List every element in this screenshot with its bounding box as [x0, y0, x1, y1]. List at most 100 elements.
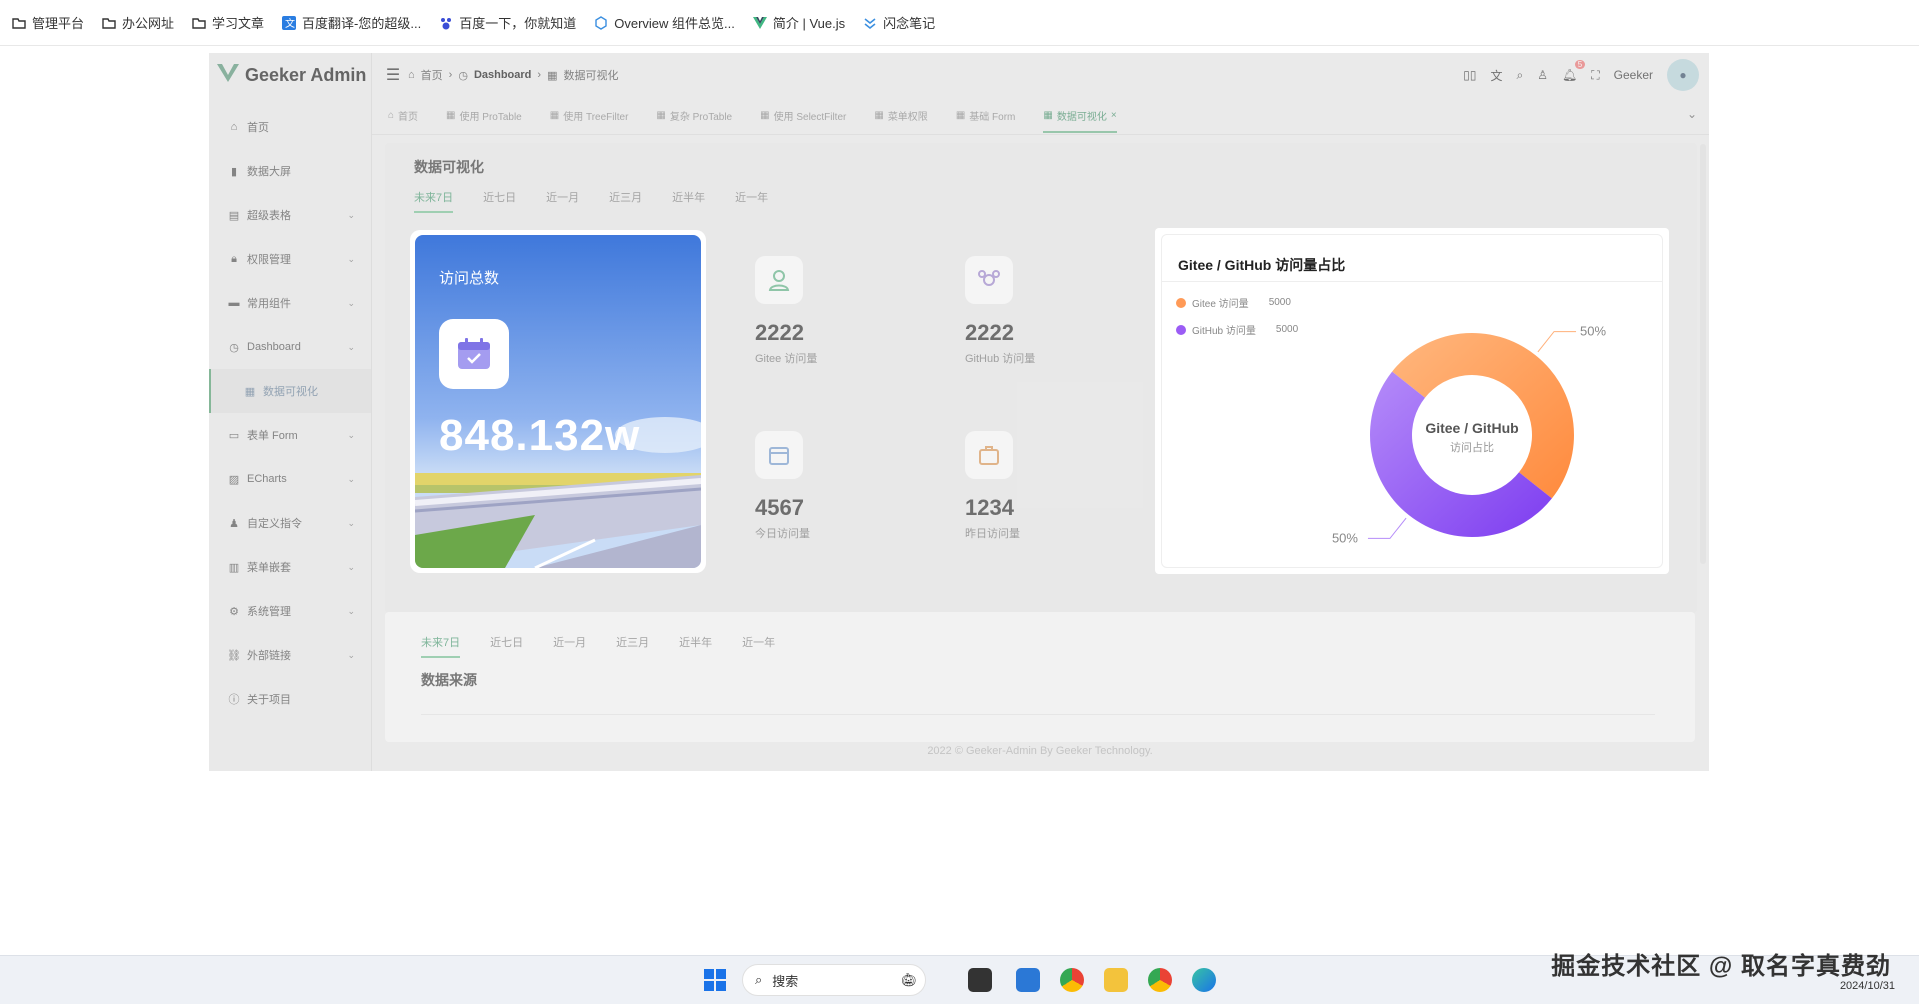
tab-item[interactable]: ▦ 使用 SelectFilter — [760, 108, 846, 123]
sidebar-item[interactable]: ⌂ 首页 — [209, 105, 371, 149]
legend-label: Gitee 访问量 — [1192, 299, 1249, 310]
vscode-icon[interactable] — [1016, 968, 1040, 992]
menu-toggle-icon[interactable]: ☰ — [378, 65, 408, 85]
svg-text:文: 文 — [285, 17, 295, 30]
chrome-icon[interactable] — [1148, 968, 1172, 992]
range-tab[interactable]: 近三月 — [616, 634, 649, 658]
tab-label: 使用 ProTable — [459, 112, 522, 123]
taskbar-search[interactable]: ⌕ 搜索 🎃︎ — [742, 964, 926, 996]
range-tab[interactable]: 近一年 — [735, 189, 768, 213]
sidebar-item[interactable]: 🔒︎ 权限管理 ⌄ — [209, 237, 371, 281]
bookmark-item[interactable]: 百度一下，你就知道 — [439, 13, 576, 32]
user-name[interactable]: Geeker — [1614, 68, 1653, 82]
sidebar-item[interactable]: ▥ 菜单嵌套 ⌄ — [209, 545, 371, 589]
sidebar-item[interactable]: ▮ 数据大屏 — [209, 149, 371, 193]
label-line — [1367, 517, 1407, 539]
bookmark-item[interactable]: 管理平台 — [12, 13, 84, 32]
sidebar-item-label: 菜单嵌套 — [247, 562, 291, 574]
range-tab[interactable]: 近一年 — [742, 634, 775, 658]
pumpkin-icon: 🎃︎ — [900, 972, 917, 987]
close-icon[interactable]: × — [1111, 110, 1117, 121]
chrome-icon[interactable] — [1060, 968, 1084, 992]
bookmark-item[interactable]: 学习文章 — [192, 13, 264, 32]
link-icon: ⛓ — [227, 649, 241, 662]
range-tab[interactable]: 近半年 — [679, 634, 712, 658]
tab-item[interactable]: ▦ 菜单权限 — [874, 108, 927, 123]
legend-item-gitee[interactable]: Gitee 访问量 5000 — [1176, 295, 1291, 310]
chevron-down-icon: ⌄ — [347, 341, 355, 352]
sidebar-item-label: 数据可视化 — [263, 386, 318, 398]
range-tab[interactable]: 近三月 — [609, 189, 642, 213]
tab-item[interactable]: ▦ 数据可视化 × — [1043, 108, 1117, 133]
app-logo[interactable]: Geeker Admin — [209, 53, 371, 97]
tab-label: 基础 Form — [969, 112, 1016, 123]
pie-chart-card: Gitee / GitHub 访问量占比 Gitee 访问量 5000 GitHu… — [1155, 228, 1669, 574]
tabs-more-icon[interactable]: ⌄ — [1687, 107, 1697, 121]
folder-icon — [12, 16, 26, 30]
tab-item[interactable]: ⌂ 首页 — [388, 108, 418, 123]
range-tab[interactable]: 近七日 — [483, 189, 516, 213]
legend-item-github[interactable]: GitHub 访问量 5000 — [1176, 322, 1298, 337]
file-explorer-icon[interactable] — [1104, 968, 1128, 992]
sidebar-item[interactable]: ▤ 超级表格 ⌄ — [209, 193, 371, 237]
sidebar-item[interactable]: ▭ 表单 Form ⌄ — [209, 413, 371, 457]
dashboard-icon: ◷ — [458, 69, 468, 82]
range-tab[interactable]: 未来7日 — [421, 634, 461, 658]
tab-item[interactable]: ▦ 基础 Form — [956, 108, 1016, 123]
breadcrumb-item[interactable]: 首页 — [421, 67, 443, 83]
sidebar-item[interactable]: ▦ 数据可视化 — [209, 369, 371, 413]
bookmark-item[interactable]: 办公网址 — [102, 13, 174, 32]
range-tab[interactable]: 近一月 — [553, 634, 586, 658]
hero-title: 访问总数 — [439, 270, 500, 287]
home-icon: ⌂ — [230, 121, 238, 133]
tab-item[interactable]: ▦ 使用 TreeFilter — [550, 108, 629, 123]
hero-background: 访问总数 848.132w — [415, 235, 701, 568]
search-icon[interactable]: ⌕ — [1517, 68, 1524, 83]
tab-label: 数据可视化 — [1056, 112, 1107, 123]
tab-label: 复杂 ProTable — [669, 112, 733, 123]
folder-icon — [192, 16, 206, 30]
sidebar-item[interactable]: ▨ ECharts ⌄ — [209, 457, 371, 501]
chevron-down-icon: ⌄ — [347, 429, 355, 440]
range-tab[interactable]: 未来7日 — [414, 189, 454, 213]
tab-item[interactable]: ▦ 使用 ProTable — [446, 108, 522, 123]
bookmark-item[interactable]: 简介 | Vue.js — [752, 13, 845, 32]
scrollbar[interactable] — [1700, 144, 1706, 564]
stat-card-today: 4567 今日访问量 — [735, 409, 917, 569]
range-tab[interactable]: 近七日 — [490, 634, 523, 658]
bell-icon[interactable]: 🔔︎ 5 — [1562, 60, 1586, 82]
sidebar-item-label: 表单 Form — [247, 430, 298, 442]
pie-percent-label: 50% — [1580, 324, 1606, 339]
header: ☰ ⌂ 首页 › ◷ Dashboard › ▦ 数据可视化 ▯▯ 文 ⌕ ♙ … — [372, 53, 1709, 97]
breadcrumb-item[interactable]: Dashboard — [474, 69, 531, 81]
baidu-icon — [439, 16, 453, 30]
language-icon[interactable]: 文 — [1490, 67, 1502, 84]
footer: 2022 © Geeker-Admin By Geeker Technology… — [927, 745, 1153, 757]
sidebar-item[interactable]: ⓘ 关于项目 — [209, 677, 371, 721]
sidebar-item[interactable]: ◷ Dashboard ⌄ — [209, 325, 371, 369]
sidebar-item[interactable]: ▬ 常用组件 ⌄ — [209, 281, 371, 325]
layout-icon[interactable]: ▯▯ — [1463, 68, 1476, 82]
team-icon — [965, 256, 1013, 304]
bookmark-item[interactable]: 闪念笔记 — [863, 13, 935, 32]
search-icon: ⌕ — [755, 972, 763, 987]
grid-icon: ▦ — [446, 110, 456, 121]
sidebar-item[interactable]: ⛓ 外部链接 ⌄ — [209, 633, 371, 677]
windows-start-icon[interactable] — [704, 969, 726, 991]
bookmark-item[interactable]: 文百度翻译-您的超级... — [282, 13, 421, 32]
gear-icon: ⚙ — [229, 605, 239, 618]
logo-text: Geeker Admin — [245, 64, 367, 85]
donut-center-title: Gitee / GitHub — [1425, 420, 1518, 436]
avatar[interactable]: ● — [1667, 59, 1699, 91]
edge-icon[interactable] — [1192, 968, 1216, 992]
home-icon: ⌂ — [408, 69, 415, 81]
sidebar-item[interactable]: ⚙ 系统管理 ⌄ — [209, 589, 371, 633]
range-tab[interactable]: 近半年 — [672, 189, 705, 213]
sidebar-item[interactable]: ♟ 自定义指令 ⌄ — [209, 501, 371, 545]
bookmark-item[interactable]: Overview 组件总览... — [594, 13, 735, 32]
fullscreen-icon[interactable]: ⛶ — [1591, 68, 1599, 83]
theme-icon[interactable]: ♙ — [1537, 68, 1548, 82]
terminal-icon[interactable] — [968, 968, 992, 992]
range-tab[interactable]: 近一月 — [546, 189, 579, 213]
tab-item[interactable]: ▦ 复杂 ProTable — [656, 108, 732, 123]
